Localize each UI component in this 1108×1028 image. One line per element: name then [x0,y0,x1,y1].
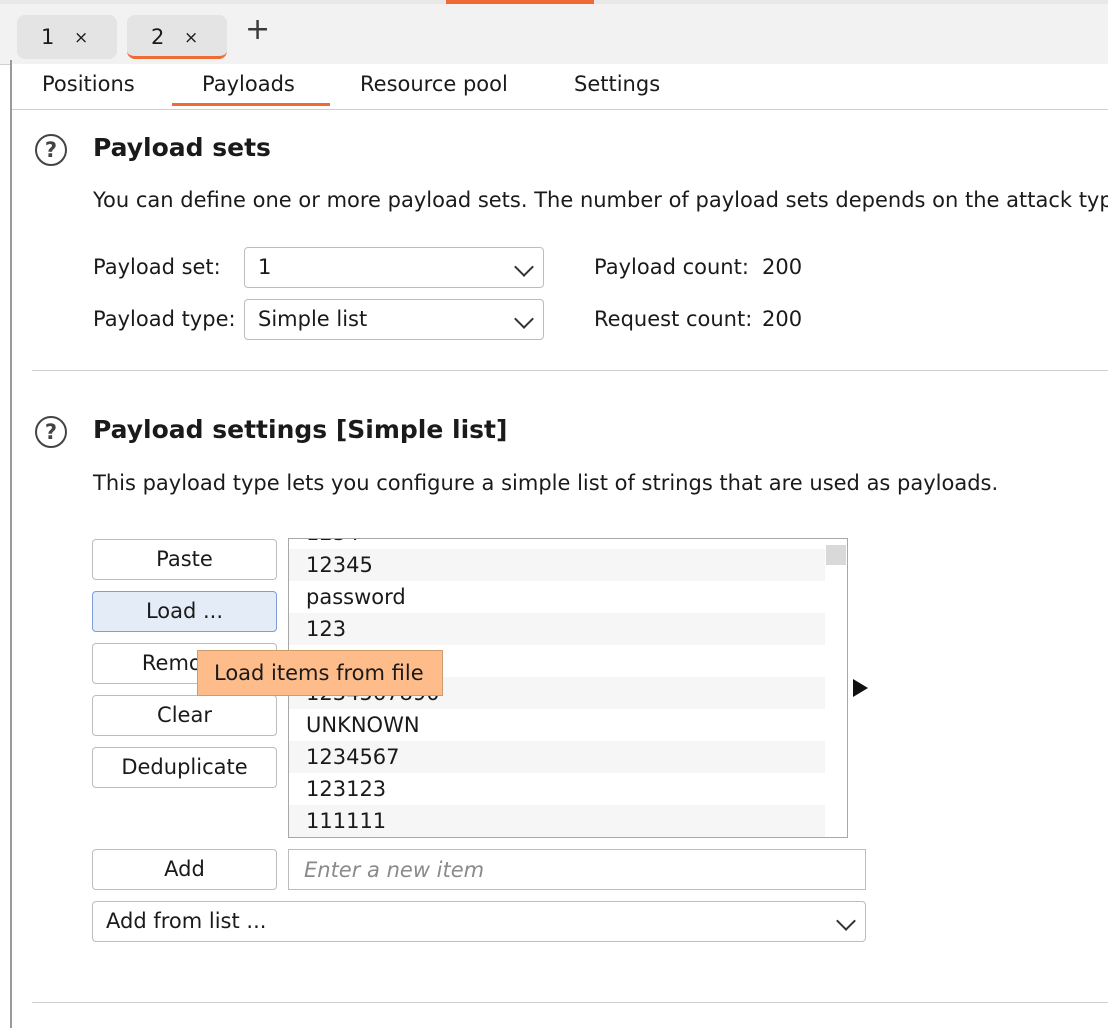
help-icon[interactable]: ? [35,416,67,448]
load-button[interactable]: Load ... [92,591,277,632]
tab-resource-pool[interactable]: Resource pool [360,72,508,96]
close-icon[interactable]: × [74,16,88,60]
paste-button[interactable]: Paste [92,539,277,580]
payload-type-value: Simple list [258,307,368,331]
tab-payloads[interactable]: Payloads [202,72,295,96]
section-divider [32,1002,1108,1003]
list-item[interactable]: password [289,581,825,613]
chevron-down-icon [514,257,534,277]
chevron-down-icon [836,911,856,931]
left-border [10,60,12,1028]
list-item[interactable]: 1234567 [289,741,825,773]
tab-label: 1 [41,25,55,49]
payload-type-label: Payload type: [93,307,236,331]
clear-button[interactable]: Clear [92,695,277,736]
mouse-cursor-icon [853,679,868,697]
payload-settings-description: This payload type lets you configure a s… [93,471,999,495]
payload-set-select[interactable]: 1 [244,247,544,288]
close-icon[interactable]: × [184,16,198,60]
payload-set-label: Payload set: [93,255,221,279]
attack-tab-bar: 1 × 2 × + [0,4,1108,65]
payload-sets-description: You can define one or more payload sets.… [93,188,1108,212]
scrollbar-thumb[interactable] [826,545,846,565]
add-tab-icon[interactable]: + [245,12,270,47]
payload-type-select[interactable]: Simple list [244,299,544,340]
new-item-input[interactable] [289,850,865,889]
subtab-bar: Positions Payloads Resource pool Setting… [12,64,1108,110]
payload-count-value: 200 [762,255,803,279]
payload-set-value: 1 [258,255,272,279]
add-button[interactable]: Add [92,849,277,890]
tab-settings[interactable]: Settings [574,72,660,96]
list-item[interactable]: 1234 [289,539,825,549]
help-icon[interactable]: ? [35,134,67,166]
new-item-field[interactable] [288,849,866,890]
tab-label: 2 [151,25,165,49]
add-from-list-label: Add from list ... [106,909,267,933]
list-item[interactable]: 123123 [289,773,825,805]
section-title-payload-sets: Payload sets [93,133,271,162]
list-item[interactable]: 12345 [289,549,825,581]
deduplicate-button[interactable]: Deduplicate [92,747,277,788]
list-item[interactable]: 111111 [289,805,825,837]
tab-2[interactable]: 2 × [127,15,227,59]
add-from-list-select[interactable]: Add from list ... [92,901,866,942]
tab-positions[interactable]: Positions [42,72,135,96]
tab-1[interactable]: 1 × [17,15,117,59]
list-item[interactable]: 123 [289,613,825,645]
section-divider [32,370,1108,371]
chevron-down-icon [514,309,534,329]
section-title-payload-settings: Payload settings [Simple list] [93,415,508,444]
list-item[interactable]: UNKNOWN [289,709,825,741]
request-count-label: Request count: [594,307,753,331]
payload-count-label: Payload count: [594,255,749,279]
load-tooltip: Load items from file [197,650,443,696]
active-subtab-underline [172,103,330,106]
request-count-value: 200 [762,307,803,331]
